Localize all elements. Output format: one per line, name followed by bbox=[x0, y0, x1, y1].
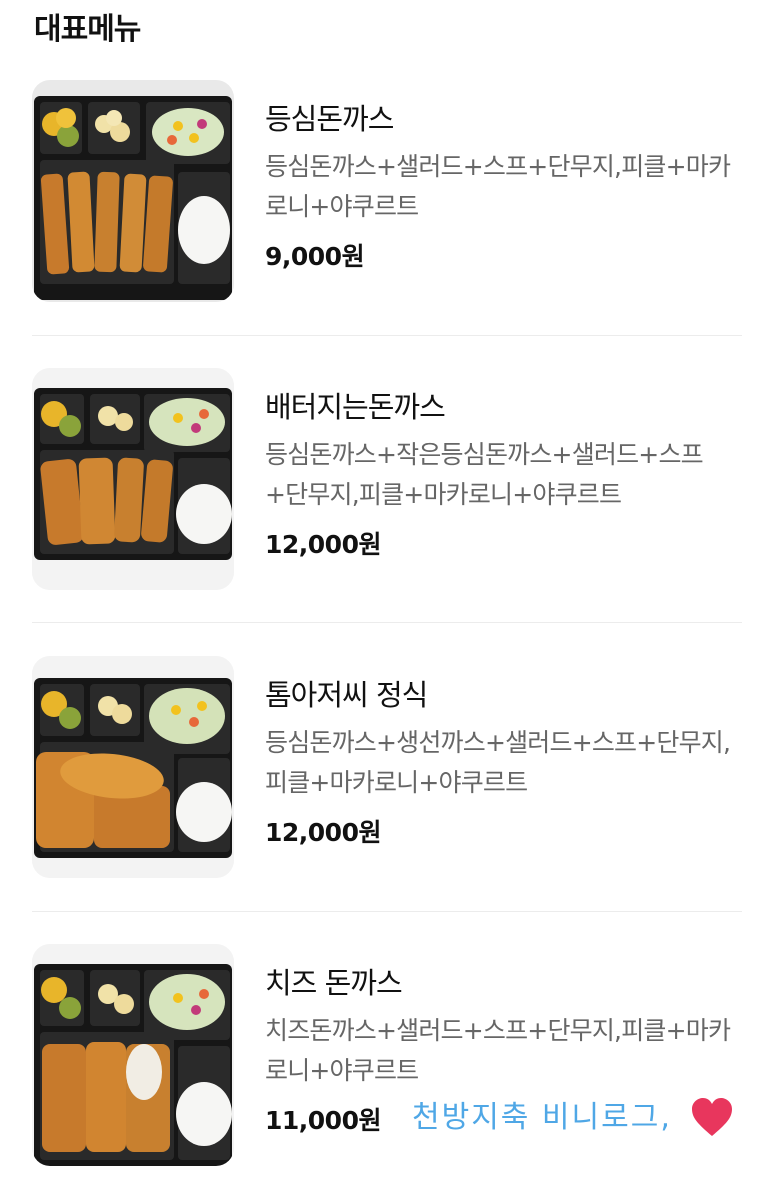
divider bbox=[32, 622, 742, 623]
divider bbox=[32, 911, 742, 912]
menu-item[interactable]: 치즈 돈까스 치즈돈까스+샐러드+스프+단무지,피클+마카로니+야쿠르트 11,… bbox=[32, 944, 742, 1184]
watermark-text: 천방지축 비니로그, bbox=[412, 1100, 672, 1135]
menu-item-info: 배터지는돈까스 등심돈까스+작은등심돈까스+샐러드+스프+단무지,피클+마카로니… bbox=[265, 390, 745, 561]
menu-item-photo bbox=[32, 656, 234, 878]
section-title: 대표메뉴 bbox=[34, 12, 141, 47]
menu-item-photo bbox=[32, 944, 234, 1166]
menu-item-name: 배터지는돈까스 bbox=[265, 390, 446, 424]
menu-item-price: 12,000원 bbox=[265, 817, 381, 847]
menu-item-info: 등심돈까스 등심돈까스+샐러드+스프+단무지,피클+마카로니+야쿠르트 9,00… bbox=[265, 102, 745, 273]
menu-item-description: 등심돈까스+작은등심돈까스+샐러드+스프+단무지,피클+마카로니+야쿠르트 bbox=[265, 439, 704, 509]
menu-item-name: 등심돈까스 bbox=[265, 102, 394, 136]
menu-item[interactable]: 톰아저씨 정식 등심돈까스+생선까스+샐러드+스프+단무지,피클+마카로니+야쿠… bbox=[32, 656, 742, 896]
menu-item[interactable]: 등심돈까스 등심돈까스+샐러드+스프+단무지,피클+마카로니+야쿠르트 9,00… bbox=[32, 80, 742, 320]
menu-item-name: 치즈 돈까스 bbox=[265, 966, 403, 1000]
menu-item[interactable]: 배터지는돈까스 등심돈까스+작은등심돈까스+샐러드+스프+단무지,피클+마카로니… bbox=[32, 368, 742, 608]
menu-item-photo bbox=[32, 368, 234, 590]
menu-item-photo bbox=[32, 80, 234, 302]
heart-icon bbox=[688, 1094, 736, 1146]
menu-item-description: 등심돈까스+생선까스+샐러드+스프+단무지,피클+마카로니+야쿠르트 bbox=[265, 727, 731, 797]
menu-item-name: 톰아저씨 정식 bbox=[265, 678, 428, 712]
divider bbox=[32, 335, 742, 336]
menu-item-price: 12,000원 bbox=[265, 529, 381, 559]
menu-item-description: 등심돈까스+샐러드+스프+단무지,피클+마카로니+야쿠르트 bbox=[265, 151, 731, 221]
menu-item-description: 치즈돈까스+샐러드+스프+단무지,피클+마카로니+야쿠르트 bbox=[265, 1015, 731, 1085]
menu-item-info: 톰아저씨 정식 등심돈까스+생선까스+샐러드+스프+단무지,피클+마카로니+야쿠… bbox=[265, 678, 745, 849]
menu-item-price: 9,000원 bbox=[265, 241, 365, 271]
